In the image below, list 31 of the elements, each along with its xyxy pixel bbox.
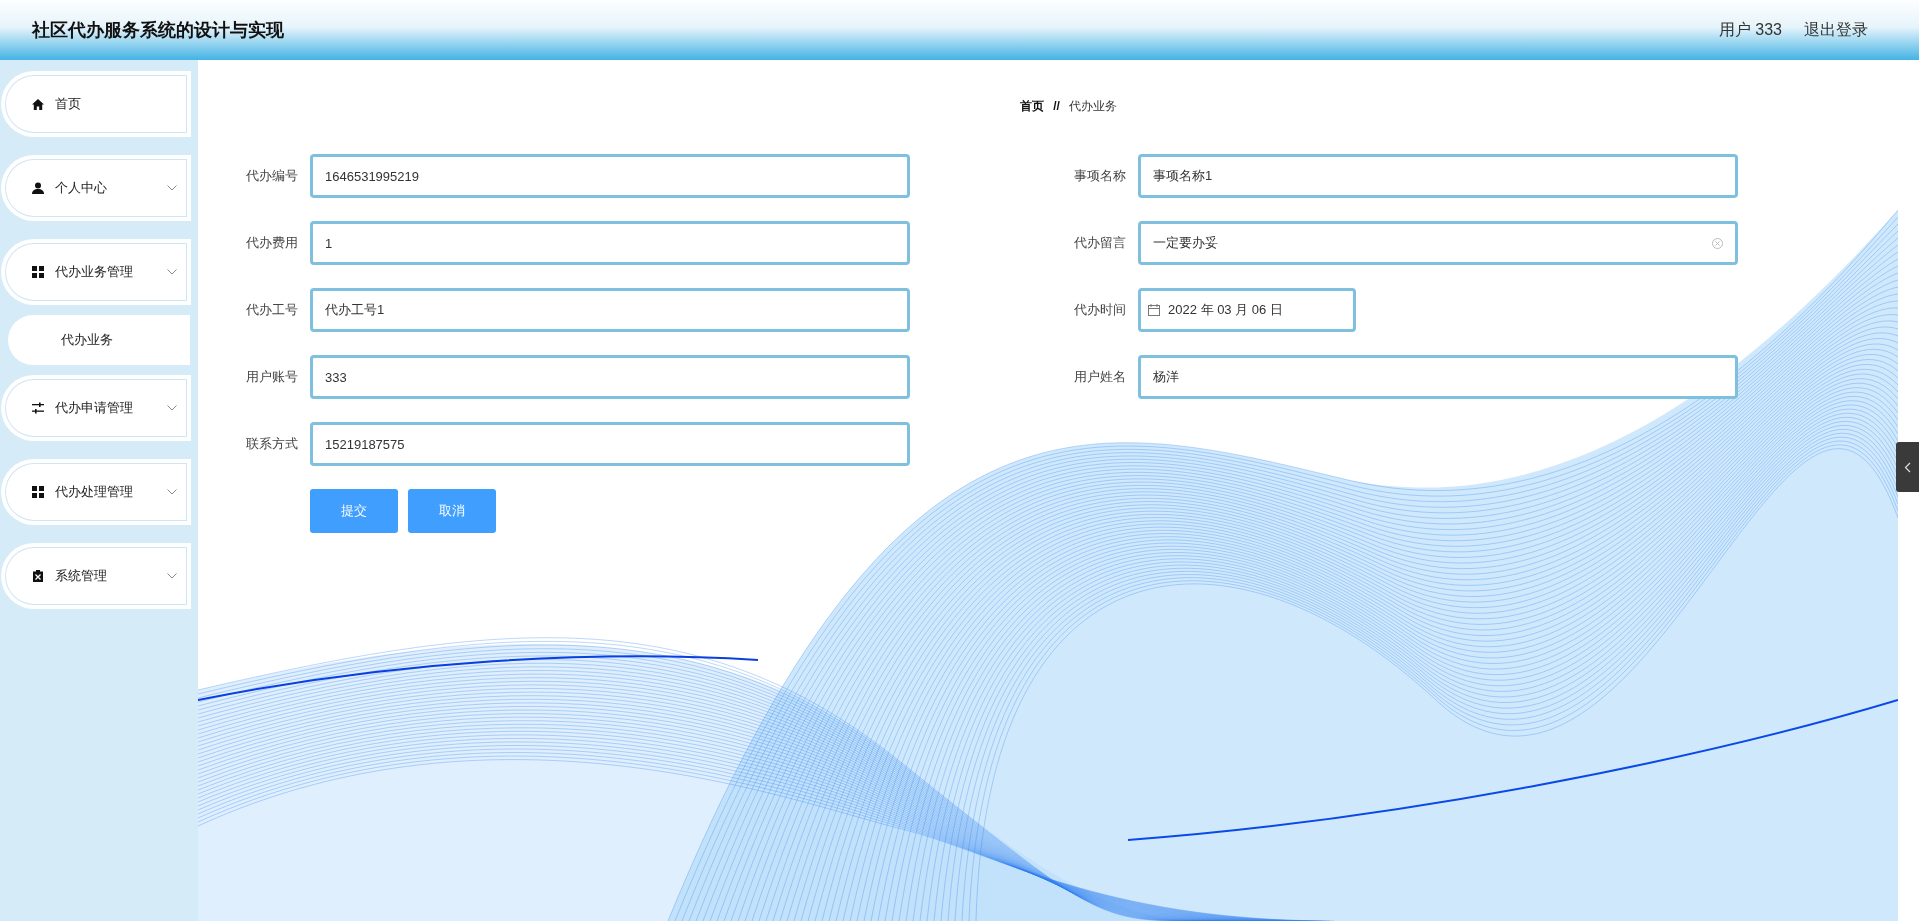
field-label: 代办编号 xyxy=(245,167,298,185)
field-label: 代办费用 xyxy=(245,234,298,252)
field-label: 代办留言 xyxy=(1073,234,1126,252)
field-label: 联系方式 xyxy=(245,435,298,453)
app-title: 社区代办服务系统的设计与实现 xyxy=(32,19,284,42)
logout-link[interactable]: 退出登录 xyxy=(1804,19,1868,41)
breadcrumb-item[interactable]: 首页 xyxy=(1020,97,1045,115)
menu-item[interactable]: 个人中心 xyxy=(1,155,191,221)
input-field[interactable]: 1 xyxy=(310,221,910,265)
input-field[interactable]: 代办工号1 xyxy=(310,288,910,332)
field-label: 事项名称 xyxy=(1073,167,1126,185)
input-field[interactable]: 事项名称1 xyxy=(1138,154,1738,198)
menu-item[interactable]: 系统管理 xyxy=(1,543,191,609)
breadcrumb-item: 代办业务 xyxy=(1068,97,1117,115)
field-label: 用户账号 xyxy=(245,368,298,386)
date-field[interactable]: 2022 年 03 月 06 日 xyxy=(1138,288,1356,332)
input-field[interactable]: 杨洋 xyxy=(1138,355,1738,399)
field-label: 代办时间 xyxy=(1073,301,1126,319)
submenu-item[interactable]: 代办业务 xyxy=(8,315,190,365)
input-field[interactable]: 15219187575 xyxy=(310,422,910,466)
input-field[interactable]: 一定要办妥 xyxy=(1138,221,1738,265)
menu-item[interactable]: 首页 xyxy=(1,71,191,137)
input-field[interactable]: 333 xyxy=(310,355,910,399)
menu-item[interactable]: 代办申请管理 xyxy=(1,375,191,441)
input-field[interactable]: 1646531995219 xyxy=(310,154,910,198)
field-label: 用户姓名 xyxy=(1073,368,1126,386)
breadcrumb-separator: // xyxy=(1053,99,1060,113)
user-label: 用户 333 xyxy=(1718,19,1782,40)
menu-item[interactable]: 代办业务管理 xyxy=(1,239,191,305)
field-label: 代办工号 xyxy=(245,301,298,319)
menu-item[interactable]: 代办处理管理 xyxy=(1,459,191,525)
